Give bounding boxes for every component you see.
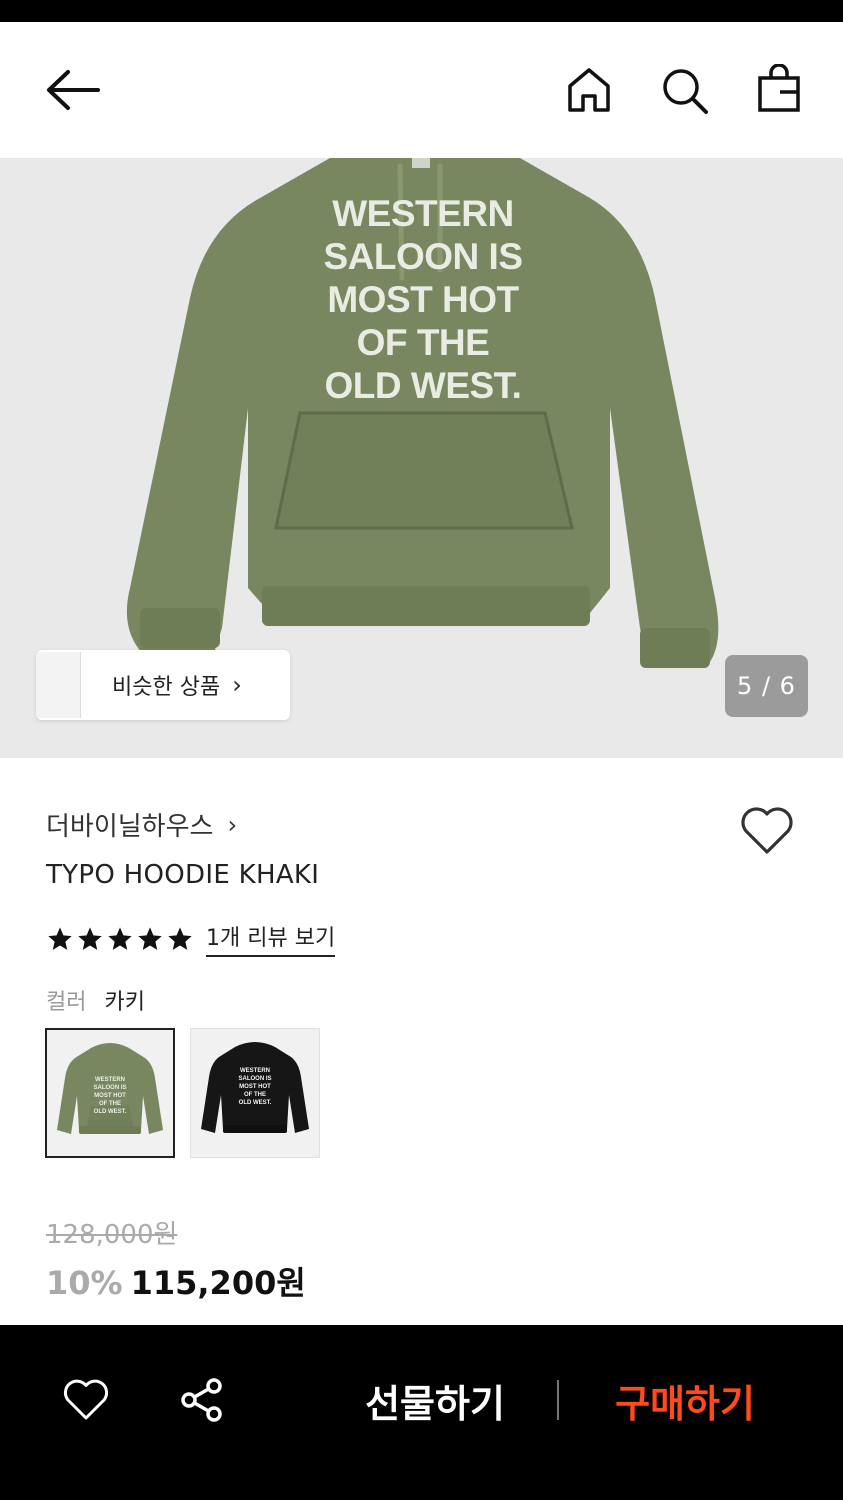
star-icon [168, 926, 192, 950]
swatch-print-text: WESTERN SALOON IS MOST HOT OF THE OLD WE… [77, 1076, 143, 1116]
print-line: OF THE [356, 322, 490, 363]
star-icon [138, 926, 162, 950]
selected-color-value: 카키 [104, 990, 145, 1015]
product-title: TYPO HOODIE KHAKI [46, 860, 320, 890]
similar-product-thumbnails [36, 650, 82, 720]
print-line: MOST HOT [327, 279, 519, 320]
print-line: WESTERN [332, 193, 514, 234]
print-line: OF THE [244, 1092, 266, 1098]
similar-products-button[interactable]: 비슷한 상품 › [36, 650, 290, 720]
gift-button[interactable]: 선물하기 [340, 1370, 530, 1430]
divider [557, 1380, 559, 1420]
discount-rate: 10% [46, 1264, 123, 1302]
print-line: SALOON IS [238, 1076, 272, 1082]
sale-price: 115,200원 [130, 1264, 306, 1302]
print-line: OLD WEST. [93, 1109, 127, 1115]
print-line: OLD WEST. [324, 365, 522, 406]
print-line: WESTERN [95, 1077, 125, 1083]
search-icon[interactable] [660, 66, 710, 120]
buy-button[interactable]: 구매하기 [590, 1370, 780, 1430]
color-option-row: 컬러 카키 [46, 984, 145, 1016]
thumbnail [58, 652, 81, 718]
status-bar [0, 0, 843, 22]
share-icon[interactable] [178, 1376, 226, 1428]
home-icon[interactable] [565, 66, 613, 118]
star-rating [46, 925, 194, 953]
top-navigation-bar [0, 22, 843, 158]
print-line: WESTERN [240, 1068, 270, 1074]
similar-products-label: 비슷한 상품 [112, 675, 221, 700]
chevron-right-icon: › [232, 671, 242, 699]
back-arrow-icon[interactable] [44, 68, 100, 116]
print-line: SALOON IS [93, 1085, 127, 1091]
swatch-print-text: WESTERN SALOON IS MOST HOT OF THE OLD WE… [222, 1067, 288, 1107]
chevron-right-icon: › [227, 810, 238, 839]
rating-row: 1개 리뷰 보기 [46, 920, 336, 957]
star-icon [48, 926, 72, 950]
star-icon [78, 926, 102, 950]
review-link[interactable]: 1개 리뷰 보기 [206, 920, 336, 957]
print-line: SALOON IS [323, 236, 523, 277]
price-row: 10% 115,200원 [46, 1258, 306, 1304]
thumbnail [36, 652, 59, 718]
color-swatch-black[interactable]: WESTERN SALOON IS MOST HOT OF THE OLD WE… [190, 1028, 320, 1158]
color-swatch-khaki[interactable]: WESTERN SALOON IS MOST HOT OF THE OLD WE… [45, 1028, 175, 1158]
image-counter: 5 / 6 [725, 655, 808, 717]
color-label: 컬러 [46, 990, 87, 1015]
print-line: OLD WEST. [238, 1100, 272, 1106]
wishlist-heart-icon[interactable] [739, 806, 795, 860]
heart-icon[interactable] [62, 1378, 110, 1426]
brand-link[interactable]: 더바이닐하우스 › [46, 806, 237, 843]
print-line: MOST HOT [94, 1093, 126, 1099]
hoodie-print-text: WESTERN SALOON IS MOST HOT OF THE OLD WE… [270, 192, 576, 407]
brand-name: 더바이닐하우스 [46, 812, 214, 842]
shopping-bag-icon[interactable] [756, 63, 802, 118]
print-line: OF THE [99, 1101, 121, 1107]
print-line: MOST HOT [239, 1084, 271, 1090]
original-price: 128,000원 [46, 1220, 178, 1250]
star-icon [108, 926, 132, 950]
